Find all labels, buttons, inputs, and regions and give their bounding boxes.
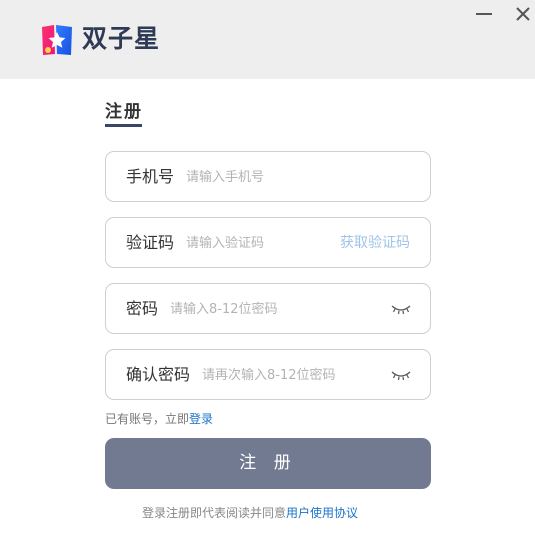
login-link[interactable]: 登录 (189, 412, 213, 426)
password-input[interactable] (170, 296, 370, 322)
title-bar: 双子星 (0, 0, 535, 79)
login-prompt: 已有账号，立即登录 (105, 411, 213, 427)
close-icon[interactable] (513, 4, 535, 26)
password-label: 密码 (126, 299, 159, 318)
tab-underline (105, 124, 142, 127)
code-input[interactable] (186, 230, 326, 256)
confirm-password-label: 确认密码 (126, 365, 191, 384)
eye-closed-icon[interactable] (391, 368, 411, 382)
code-field: 验证码 获取验证码 (105, 217, 431, 268)
confirm-password-input[interactable] (202, 362, 377, 388)
agreement-text-row: 登录注册即代表阅读并同意用户使用协议 (0, 505, 500, 521)
get-code-button[interactable]: 获取验证码 (340, 233, 410, 253)
phone-field: 手机号 (105, 151, 431, 202)
agreement-text: 登录注册即代表阅读并同意 (141, 506, 286, 520)
phone-input[interactable] (186, 164, 411, 190)
code-label: 验证码 (126, 233, 175, 252)
phone-label: 手机号 (126, 167, 175, 186)
eye-closed-icon[interactable] (391, 302, 411, 316)
minimize-icon[interactable] (473, 4, 495, 26)
tab-register[interactable]: 注册 (105, 101, 143, 123)
user-agreement-link[interactable]: 用户使用协议 (286, 506, 358, 520)
confirm-password-field: 确认密码 (105, 349, 431, 400)
star-logo-icon (42, 25, 72, 55)
password-field: 密码 (105, 283, 431, 334)
login-prompt-text: 已有账号，立即 (105, 412, 190, 426)
app-title: 双子星 (82, 24, 161, 53)
register-button[interactable]: 注 册 (105, 438, 431, 489)
